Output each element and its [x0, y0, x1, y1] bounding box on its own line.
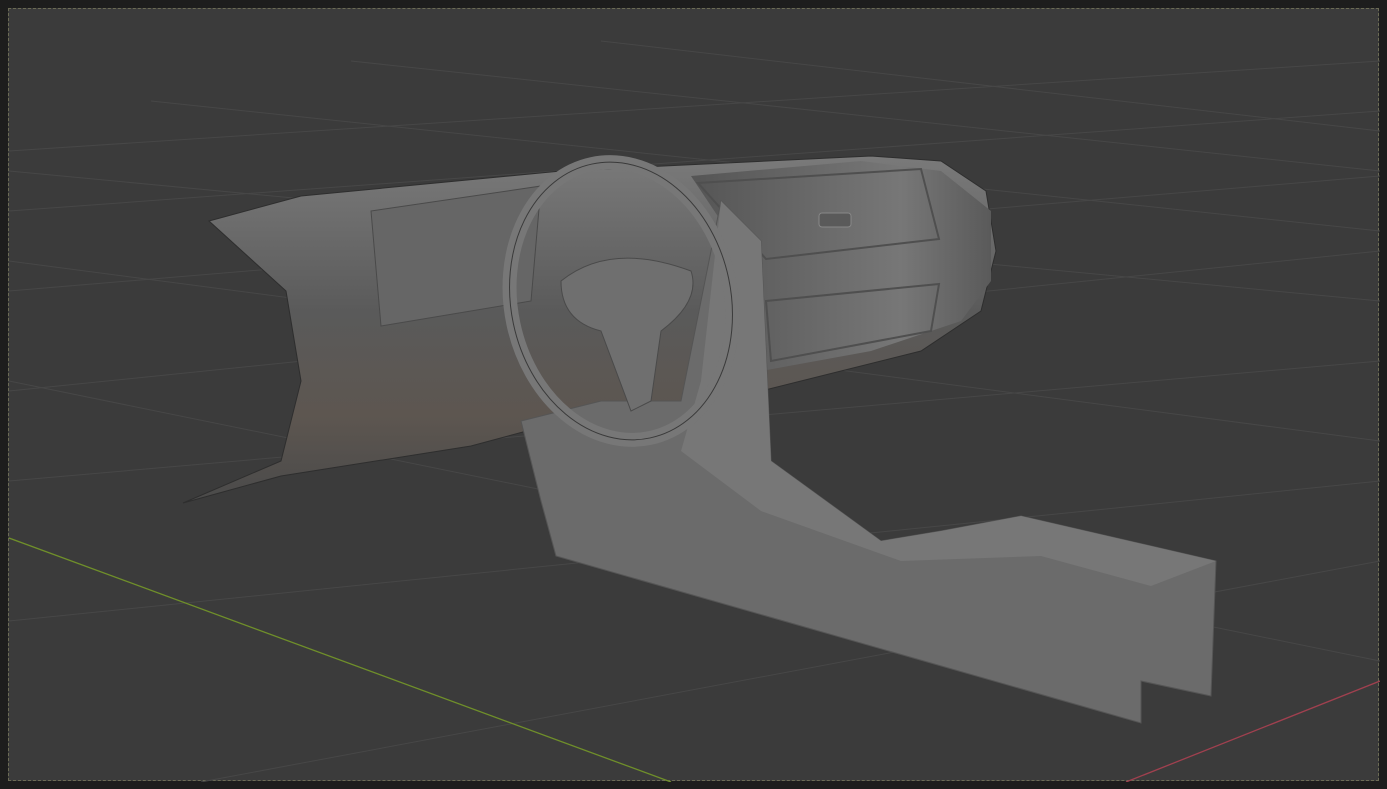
dashboard-model[interactable]	[182, 141, 1217, 724]
x-axis-line	[1125, 680, 1380, 782]
y-axis-line	[9, 537, 672, 782]
glovebox-handle	[818, 212, 852, 228]
viewport-scene[interactable]	[9, 9, 1380, 782]
3d-viewport[interactable]	[8, 8, 1380, 782]
